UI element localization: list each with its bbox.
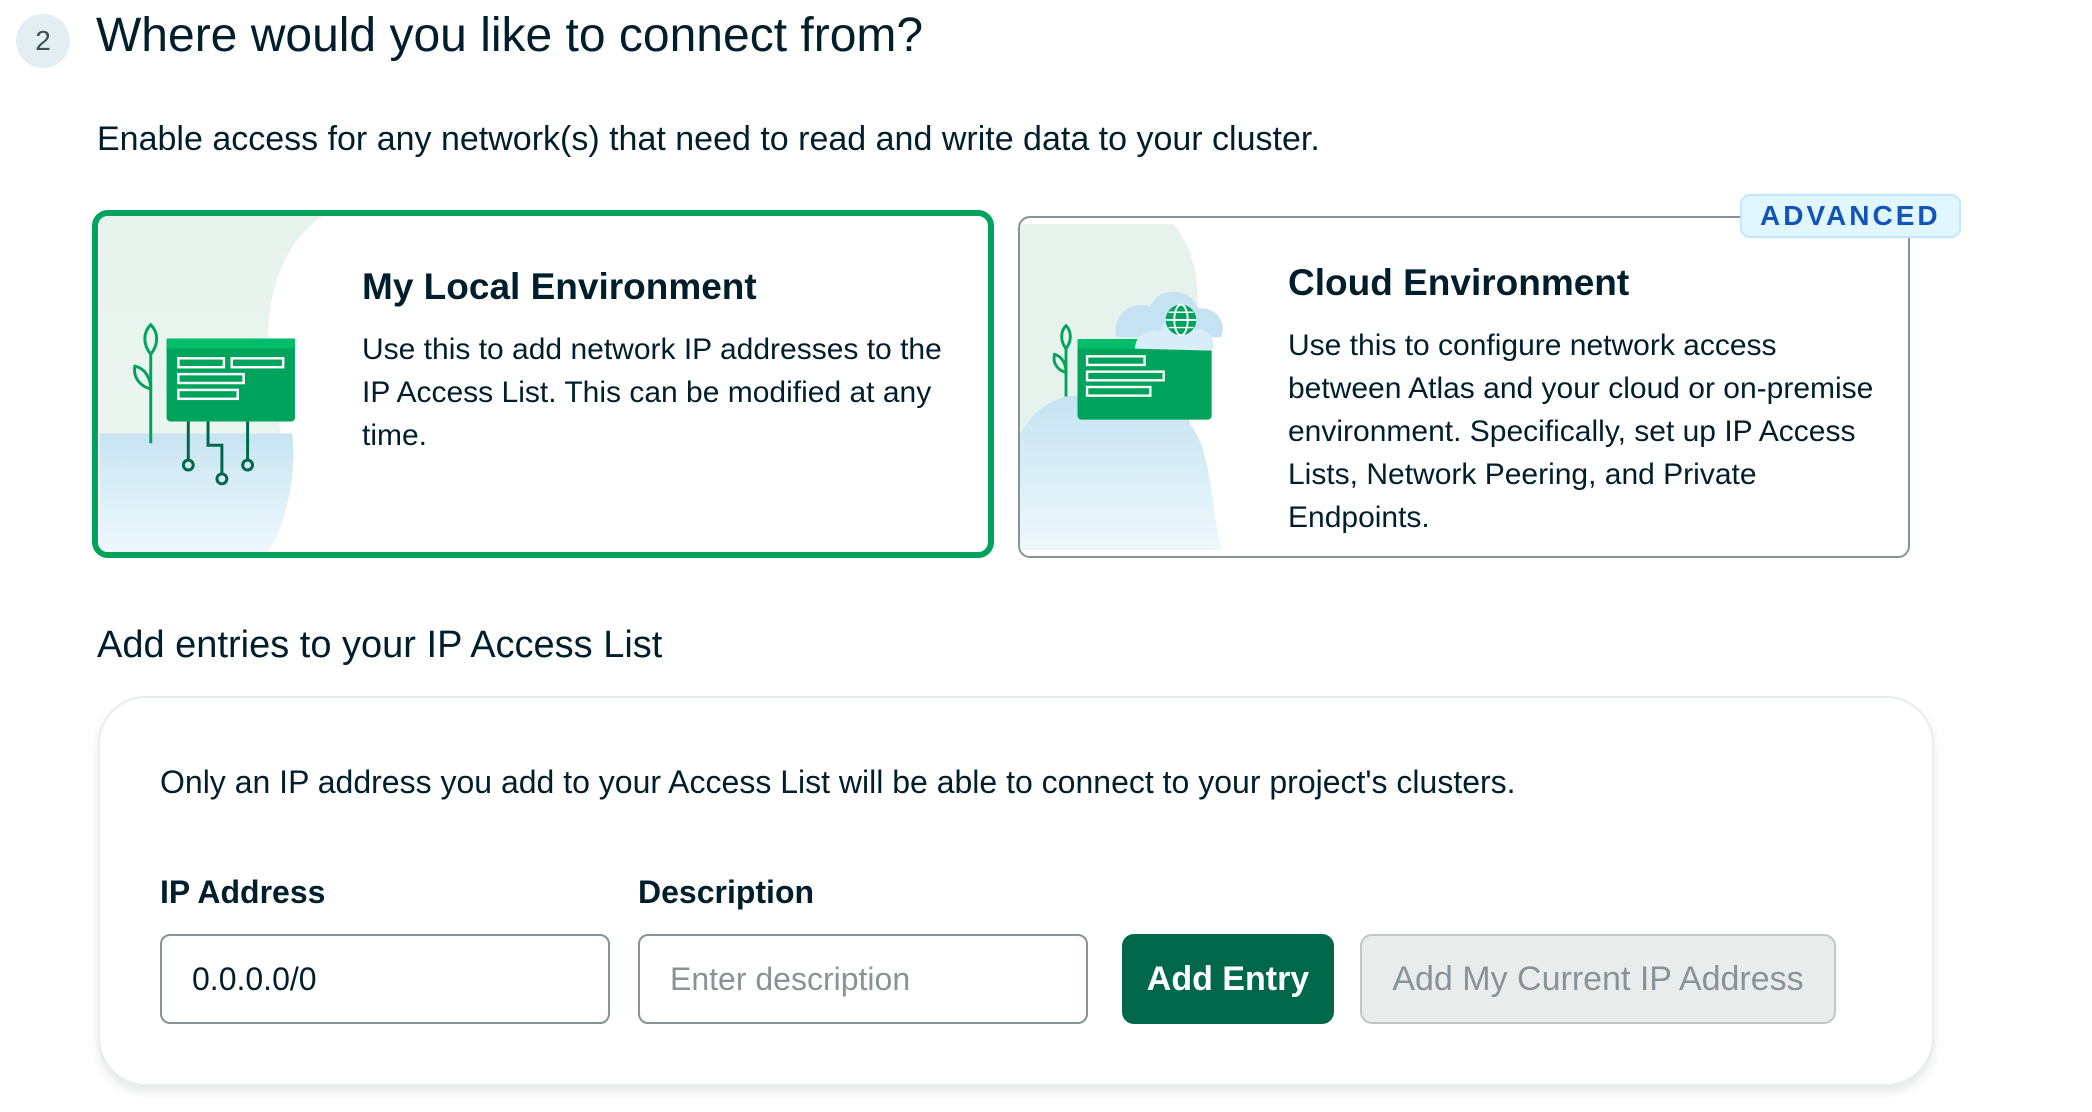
add-entry-button[interactable]: Add Entry — [1122, 934, 1334, 1024]
step-number-badge: 2 — [16, 14, 70, 68]
step-description: Enable access for any network(s) that ne… — [97, 120, 1320, 158]
step-title: Where would you like to connect from? — [96, 9, 924, 62]
page: 2 Where would you like to connect from? … — [0, 0, 2092, 1112]
local-environment-title: My Local Environment — [362, 266, 757, 307]
ip-address-label: IP Address — [160, 874, 326, 910]
description-input[interactable] — [638, 934, 1088, 1024]
cloud-environment-title: Cloud Environment — [1288, 262, 1630, 303]
cloud-environment-illustration-icon — [1020, 224, 1223, 550]
description-label: Description — [638, 874, 815, 910]
advanced-badge: ADVANCED — [1740, 194, 1961, 238]
local-environment-card[interactable]: My Local Environment Use this to add net… — [92, 210, 994, 558]
ip-access-list-heading: Add entries to your IP Access List — [97, 624, 663, 666]
local-environment-illustration-icon — [99, 216, 322, 552]
ip-address-input[interactable] — [160, 934, 610, 1024]
ip-access-note: Only an IP address you add to your Acces… — [160, 764, 1516, 800]
ip-access-list-panel: Only an IP address you add to your Acces… — [98, 696, 1934, 1086]
cloud-environment-card[interactable]: Cloud Environment Use this to configure … — [1018, 216, 1910, 558]
add-current-ip-button[interactable]: Add My Current IP Address — [1360, 934, 1836, 1024]
cloud-environment-description: Use this to configure network access bet… — [1288, 329, 1874, 534]
local-environment-description: Use this to add network IP addresses to … — [362, 333, 942, 452]
